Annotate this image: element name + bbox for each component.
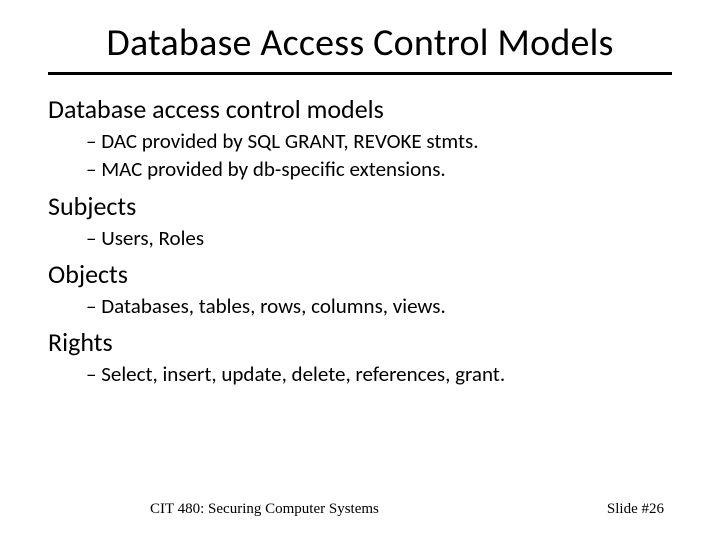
section-rights: Rights Select, insert, update, delete, r… [48, 326, 672, 388]
section-acm: Database access control models DAC provi… [48, 93, 672, 184]
bullet-list: Databases, tables, rows, columns, views. [48, 292, 672, 320]
list-item: Users, Roles [86, 224, 672, 252]
footer-slide-number: Slide #26 [607, 501, 664, 518]
section-heading: Subjects [48, 190, 672, 222]
section-heading: Objects [48, 258, 672, 290]
bullet-list: DAC provided by SQL GRANT, REVOKE stmts.… [48, 127, 672, 184]
slide: Database Access Control Models Database … [0, 0, 720, 540]
list-item: DAC provided by SQL GRANT, REVOKE stmts. [86, 127, 672, 155]
footer-course: CIT 480: Securing Computer Systems [150, 501, 379, 518]
slide-footer: CIT 480: Securing Computer Systems Slide… [0, 501, 720, 518]
section-objects: Objects Databases, tables, rows, columns… [48, 258, 672, 320]
list-item: MAC provided by db-specific extensions. [86, 155, 672, 183]
section-heading: Database access control models [48, 93, 672, 125]
bullet-list: Users, Roles [48, 224, 672, 252]
section-subjects: Subjects Users, Roles [48, 190, 672, 252]
list-item: Databases, tables, rows, columns, views. [86, 292, 672, 320]
bullet-list: Select, insert, update, delete, referenc… [48, 360, 672, 388]
list-item: Select, insert, update, delete, referenc… [86, 360, 672, 388]
section-heading: Rights [48, 326, 672, 358]
slide-title: Database Access Control Models [48, 20, 672, 75]
